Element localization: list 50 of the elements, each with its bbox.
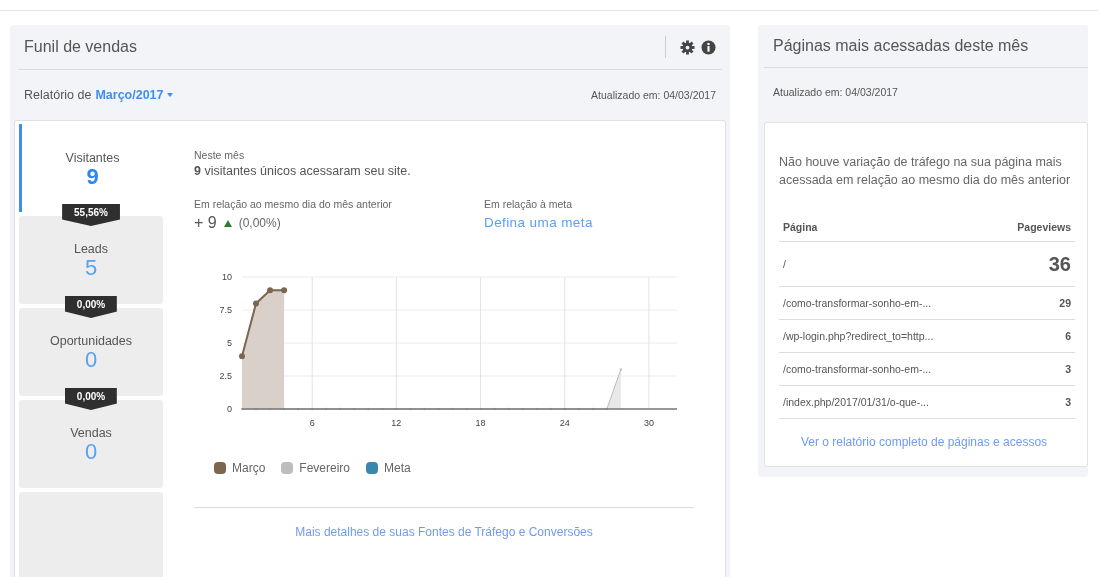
change-percent: (0,00%): [238, 216, 281, 230]
y-tick-label: 5: [227, 338, 232, 348]
x-tick-label: 30: [643, 418, 654, 428]
updated-date: Atualizado em: 04/03/2017: [591, 89, 716, 101]
goal-caption: Em relação à meta: [484, 198, 574, 210]
change-value: + 9: [194, 214, 217, 232]
pageviews-cell: 36: [992, 241, 1075, 287]
stage-label: Visitantes: [65, 151, 120, 165]
page-path-cell: /wp-login.php?redirect_to=http...: [779, 319, 992, 353]
info-icon[interactable]: [701, 39, 716, 55]
triangle-icon: [223, 219, 232, 227]
summary-caption: Neste mês: [194, 149, 246, 161]
x-tick-label: 18: [475, 418, 486, 428]
stage-label: Leads: [73, 242, 109, 256]
conversion-rate-badge: 55,56%: [62, 204, 120, 226]
legend-label: Fevereiro: [299, 461, 351, 475]
summary-text: 9 visitantes únicos acessaram seu site.: [194, 164, 412, 178]
caret-icon: [166, 93, 173, 97]
stage-label: Vendas: [70, 426, 112, 440]
stage-count: 5: [84, 256, 98, 280]
y-tick-label: 0: [227, 404, 232, 414]
page-path-cell: /como-transformar-sonho-em-...: [779, 352, 992, 386]
page-path-cell: /index.php/2017/01/31/o-que-...: [779, 385, 992, 419]
report-label: Relatório de: [24, 88, 92, 102]
stage-count: 9: [86, 165, 99, 189]
settings-icon[interactable]: [680, 39, 695, 55]
y-tick-label: 2.5: [219, 371, 232, 381]
updated-date: Atualizado em: 04/03/2017: [773, 86, 898, 98]
panel-title: Funil de vendas: [24, 38, 138, 56]
x-tick-label: 12: [391, 418, 402, 428]
stage-label: Oportunidades: [50, 334, 132, 348]
y-tick-label: 10: [222, 272, 232, 282]
panel-title: Páginas mais acessadas deste mês: [773, 37, 1029, 55]
legend-label: Meta: [384, 461, 411, 475]
pageviews-cell: 3: [992, 385, 1075, 419]
y-tick-label: 7.5: [219, 305, 232, 315]
stage-count: 0: [84, 348, 98, 372]
page-path-cell: /como-transformar-sonho-em-...: [779, 286, 992, 320]
pageviews-cell: 3: [992, 352, 1075, 386]
x-tick-label: 6: [309, 418, 315, 428]
traffic-message: Não houve variação de tráfego na sua página mais acessada em relação ao mesmo dia do mês anterior: [779, 154, 1072, 189]
stage-count: 0: [84, 440, 98, 464]
legend-label: Março: [232, 461, 266, 475]
x-tick-label: 24: [559, 418, 570, 428]
pageviews-cell: 6: [992, 319, 1075, 353]
pageviews-cell: 29: [992, 286, 1075, 320]
page-path-cell: /: [779, 241, 992, 287]
comparison-caption: Em relação ao mesmo dia do mês anterior: [194, 198, 393, 210]
column-header: Página: [779, 213, 992, 242]
column-header: Pageviews: [992, 213, 1075, 242]
